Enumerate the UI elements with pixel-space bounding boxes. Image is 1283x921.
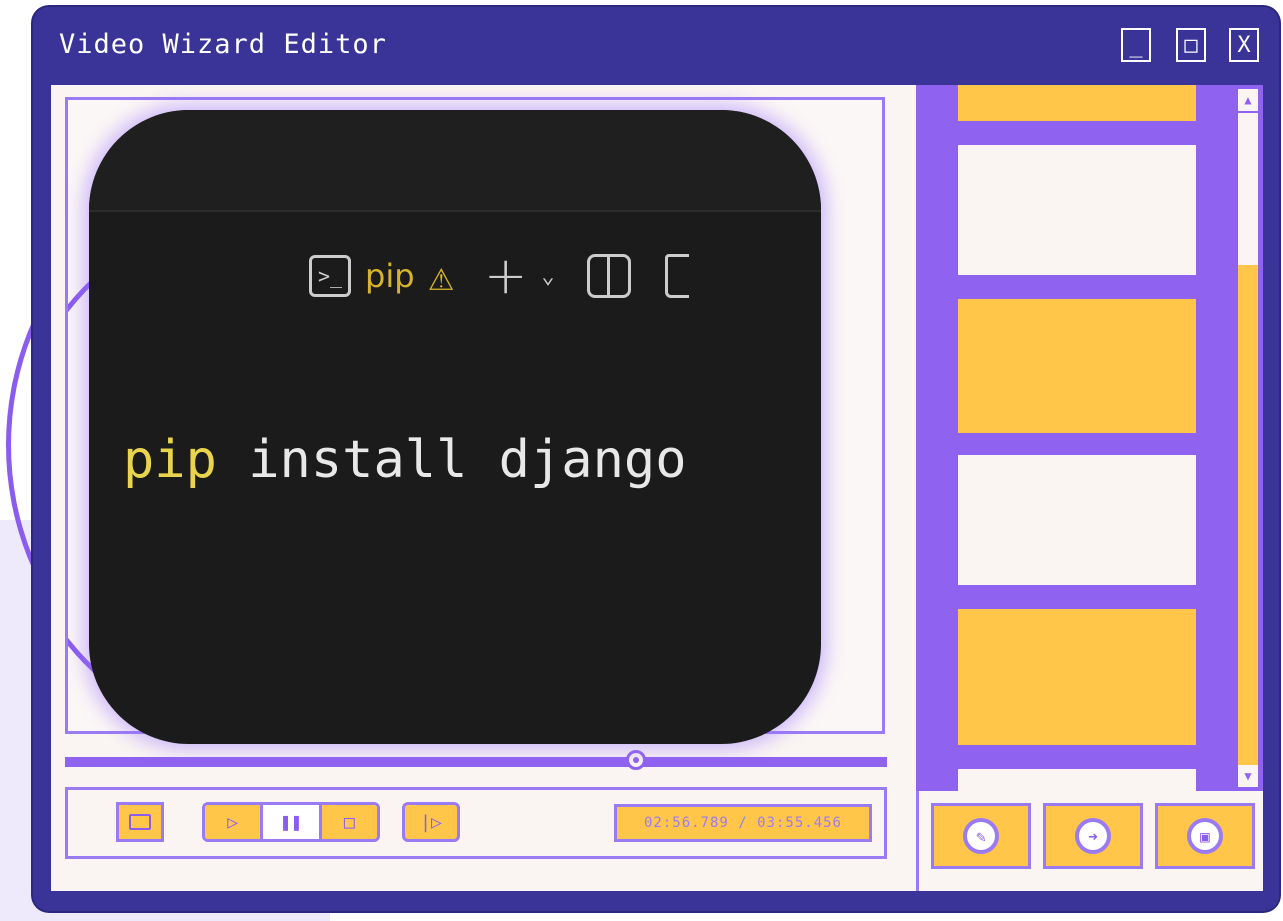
pause-button[interactable]: ❚❚ xyxy=(260,805,322,839)
thumbnail-item[interactable] xyxy=(958,299,1196,433)
minimize-button[interactable]: _ xyxy=(1121,28,1151,62)
timecode-display: 02:56.789 / 03:55.456 xyxy=(614,804,872,842)
play-button[interactable]: ▷ xyxy=(205,805,261,839)
pause-icon: ❚❚ xyxy=(280,811,302,833)
title-bar[interactable]: Video Wizard Editor _ □ X xyxy=(33,7,1279,85)
skip-forward-icon: |▷ xyxy=(420,811,442,833)
window-title: Video Wizard Editor xyxy=(59,29,387,60)
terminal-toolbar: >_ pip ⚠ + ⌄ xyxy=(309,250,689,302)
terminal-command: pip install django xyxy=(123,430,687,490)
terminal-tab-name[interactable]: pip xyxy=(365,257,415,295)
maximize-icon: □ xyxy=(1184,32,1198,58)
plus-icon[interactable]: + xyxy=(484,250,528,302)
terminal-icon[interactable]: >_ xyxy=(309,255,351,297)
command-keyword: pip xyxy=(123,430,217,490)
maximize-button[interactable]: □ xyxy=(1176,28,1206,62)
thumbnail-item[interactable] xyxy=(958,145,1196,275)
stop-icon: □ xyxy=(343,811,355,833)
warning-icon[interactable]: ⚠ xyxy=(429,255,454,297)
skip-forward-button[interactable]: |▷ xyxy=(402,802,460,842)
timeline-track[interactable] xyxy=(65,757,887,767)
open-file-button[interactable] xyxy=(116,802,164,842)
transport-group: ▷ ❚❚ □ xyxy=(202,802,380,842)
stop-button[interactable]: □ xyxy=(321,805,377,839)
thumbnail-item[interactable] xyxy=(958,769,1196,791)
thumbnail-panel: ▲ ▼ xyxy=(916,85,1263,791)
arrow-down-icon[interactable]: ▼ xyxy=(1238,765,1258,787)
terminal-overlay[interactable]: >_ pip ⚠ + ⌄ pip install django xyxy=(89,110,821,744)
arrow-up-icon[interactable]: ▲ xyxy=(1238,89,1258,111)
thumbnail-item[interactable] xyxy=(958,609,1196,745)
command-args: install django xyxy=(216,430,687,490)
save-icon: ▣ xyxy=(1187,818,1223,854)
playback-controls: ▷ ❚❚ □ |▷ 02:56.789 / 03:55.456 xyxy=(65,787,887,859)
terminal-header xyxy=(89,110,821,212)
save-button[interactable]: ▣ xyxy=(1155,803,1255,869)
pencil-icon: ✎ xyxy=(963,818,999,854)
thumbnail-item[interactable] xyxy=(958,85,1196,121)
timeline-playhead[interactable] xyxy=(626,750,646,770)
thumbnail-scrollbar[interactable]: ▲ ▼ xyxy=(1234,85,1263,791)
split-pane-icon[interactable] xyxy=(586,254,631,298)
scrollbar-thumb[interactable] xyxy=(1238,265,1258,765)
chevron-down-icon[interactable]: ⌄ xyxy=(541,264,554,289)
trash-icon[interactable] xyxy=(664,254,689,298)
thumbnail-item[interactable] xyxy=(958,455,1196,585)
action-bar: ✎ ➜ ▣ xyxy=(916,791,1263,891)
close-icon: X xyxy=(1237,32,1251,58)
arrow-right-icon: ➜ xyxy=(1075,818,1111,854)
minimize-icon: _ xyxy=(1129,32,1143,58)
edit-button[interactable]: ✎ xyxy=(931,803,1031,869)
close-button[interactable]: X xyxy=(1229,28,1259,62)
play-icon: ▷ xyxy=(227,811,239,833)
next-button[interactable]: ➜ xyxy=(1043,803,1143,869)
folder-icon xyxy=(129,814,151,830)
